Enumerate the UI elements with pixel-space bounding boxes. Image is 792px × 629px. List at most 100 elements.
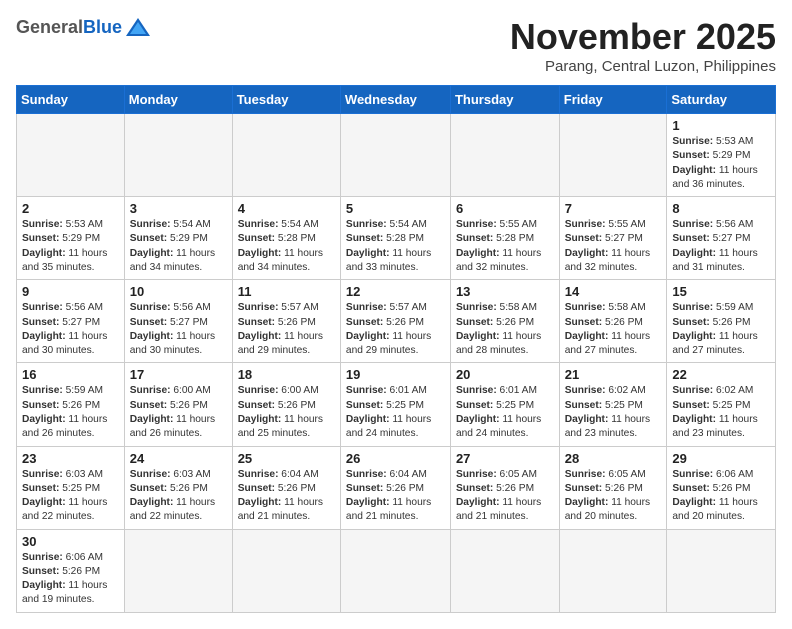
- calendar-cell: [559, 529, 667, 612]
- calendar-cell: [232, 529, 340, 612]
- day-number: 6: [456, 201, 554, 216]
- calendar-cell: [340, 114, 450, 197]
- cell-content: Sunrise: 6:00 AMSunset: 5:26 PMDaylight:…: [130, 384, 227, 441]
- day-number: 23: [22, 451, 119, 466]
- cell-content: Sunrise: 6:03 AMSunset: 5:25 PMDaylight:…: [22, 468, 119, 525]
- calendar-cell: 25 Sunrise: 6:04 AMSunset: 5:26 PMDayligh…: [232, 446, 340, 529]
- cell-content: Sunrise: 5:54 AMSunset: 5:28 PMDaylight:…: [346, 218, 445, 275]
- day-number: 9: [22, 284, 119, 299]
- weekday-header-row: SundayMondayTuesdayWednesdayThursdayFrid…: [17, 86, 776, 114]
- calendar-cell: 28Sunrise: 6:05 AMSunset: 5:26 PMDayligh…: [559, 446, 667, 529]
- logo: General Blue: [16, 16, 152, 38]
- cell-content: Sunrise: 5:56 AMSunset: 5:27 PMDaylight:…: [672, 218, 770, 275]
- month-title: November 2025: [510, 16, 776, 58]
- subtitle: Parang, Central Luzon, Philippines: [510, 58, 776, 75]
- day-number: 11: [238, 284, 335, 299]
- day-number: 28: [565, 451, 662, 466]
- day-number: 15: [672, 284, 770, 299]
- cell-content: Sunrise: 6:04 AMSunset: 5:26 PMDaylight:…: [238, 468, 335, 525]
- calendar-cell: [667, 529, 776, 612]
- calendar-cell: 15 Sunrise: 5:59 AMSunset: 5:26 PMDayligh…: [667, 280, 776, 363]
- calendar-cell: [450, 114, 559, 197]
- calendar-cell: 12 Sunrise: 5:57 AMSunset: 5:26 PMDayligh…: [340, 280, 450, 363]
- calendar-cell: 13 Sunrise: 5:58 AMSunset: 5:26 PMDayligh…: [450, 280, 559, 363]
- day-number: 18: [238, 367, 335, 382]
- calendar-cell: 5Sunrise: 5:54 AMSunset: 5:28 PMDaylight…: [340, 197, 450, 280]
- cell-content: Sunrise: 5:53 AMSunset: 5:29 PMDaylight:…: [672, 135, 770, 192]
- logo-blue-text: Blue: [83, 17, 122, 38]
- day-number: 1: [672, 118, 770, 133]
- calendar-cell: 18 Sunrise: 6:00 AMSunset: 5:26 PMDayligh…: [232, 363, 340, 446]
- cell-content: Sunrise: 5:56 AMSunset: 5:27 PMDaylight:…: [22, 301, 119, 358]
- cell-content: Sunrise: 6:03 AMSunset: 5:26 PMDaylight:…: [130, 468, 227, 525]
- calendar-cell: 20 Sunrise: 6:01 AMSunset: 5:25 PMDayligh…: [450, 363, 559, 446]
- calendar-week-3: 16 Sunrise: 5:59 AMSunset: 5:26 PMDayligh…: [17, 363, 776, 446]
- day-number: 7: [565, 201, 662, 216]
- day-number: 12: [346, 284, 445, 299]
- calendar-cell: [17, 114, 125, 197]
- cell-content: Sunrise: 5:59 AMSunset: 5:26 PMDaylight:…: [22, 384, 119, 441]
- calendar-cell: 17 Sunrise: 6:00 AMSunset: 5:26 PMDayligh…: [124, 363, 232, 446]
- cell-content: Sunrise: 6:06 AMSunset: 5:26 PMDaylight:…: [22, 551, 119, 608]
- day-number: 25: [238, 451, 335, 466]
- cell-content: Sunrise: 5:59 AMSunset: 5:26 PMDaylight:…: [672, 301, 770, 358]
- weekday-header-wednesday: Wednesday: [340, 86, 450, 114]
- weekday-header-sunday: Sunday: [17, 86, 125, 114]
- calendar-cell: 16 Sunrise: 5:59 AMSunset: 5:26 PMDayligh…: [17, 363, 125, 446]
- cell-content: Sunrise: 5:55 AMSunset: 5:27 PMDaylight:…: [565, 218, 662, 275]
- calendar-cell: 21 Sunrise: 6:02 AMSunset: 5:25 PMDayligh…: [559, 363, 667, 446]
- weekday-header-monday: Monday: [124, 86, 232, 114]
- calendar-cell: 1 Sunrise: 5:53 AMSunset: 5:29 PMDaylight…: [667, 114, 776, 197]
- calendar-cell: [559, 114, 667, 197]
- weekday-header-saturday: Saturday: [667, 86, 776, 114]
- cell-content: Sunrise: 6:01 AMSunset: 5:25 PMDaylight:…: [346, 384, 445, 441]
- calendar-week-4: 23 Sunrise: 6:03 AMSunset: 5:25 PMDayligh…: [17, 446, 776, 529]
- day-number: 19: [346, 367, 445, 382]
- day-number: 30: [22, 534, 119, 549]
- title-area: November 2025 Parang, Central Luzon, Phi…: [510, 16, 776, 75]
- cell-content: Sunrise: 5:57 AMSunset: 5:26 PMDaylight:…: [238, 301, 335, 358]
- day-number: 29: [672, 451, 770, 466]
- calendar-cell: 8Sunrise: 5:56 AMSunset: 5:27 PMDaylight…: [667, 197, 776, 280]
- day-number: 14: [565, 284, 662, 299]
- calendar-cell: 9 Sunrise: 5:56 AMSunset: 5:27 PMDaylight…: [17, 280, 125, 363]
- logo-icon: [124, 16, 152, 38]
- calendar-cell: 27Sunrise: 6:05 AMSunset: 5:26 PMDayligh…: [450, 446, 559, 529]
- calendar-cell: 7 Sunrise: 5:55 AMSunset: 5:27 PMDaylight…: [559, 197, 667, 280]
- logo-general-text: General: [16, 17, 83, 38]
- calendar-cell: 30 Sunrise: 6:06 AMSunset: 5:26 PMDayligh…: [17, 529, 125, 612]
- calendar-cell: 14Sunrise: 5:58 AMSunset: 5:26 PMDayligh…: [559, 280, 667, 363]
- calendar-week-1: 2Sunrise: 5:53 AMSunset: 5:29 PMDaylight…: [17, 197, 776, 280]
- day-number: 3: [130, 201, 227, 216]
- calendar-cell: 2Sunrise: 5:53 AMSunset: 5:29 PMDaylight…: [17, 197, 125, 280]
- cell-content: Sunrise: 6:05 AMSunset: 5:26 PMDaylight:…: [456, 468, 554, 525]
- day-number: 17: [130, 367, 227, 382]
- cell-content: Sunrise: 6:00 AMSunset: 5:26 PMDaylight:…: [238, 384, 335, 441]
- day-number: 13: [456, 284, 554, 299]
- calendar-cell: 19 Sunrise: 6:01 AMSunset: 5:25 PMDayligh…: [340, 363, 450, 446]
- day-number: 10: [130, 284, 227, 299]
- cell-content: Sunrise: 6:02 AMSunset: 5:25 PMDaylight:…: [565, 384, 662, 441]
- day-number: 20: [456, 367, 554, 382]
- weekday-header-friday: Friday: [559, 86, 667, 114]
- weekday-header-tuesday: Tuesday: [232, 86, 340, 114]
- weekday-header-thursday: Thursday: [450, 86, 559, 114]
- calendar-cell: 3Sunrise: 5:54 AMSunset: 5:29 PMDaylight…: [124, 197, 232, 280]
- day-number: 2: [22, 201, 119, 216]
- calendar-cell: 26Sunrise: 6:04 AMSunset: 5:26 PMDayligh…: [340, 446, 450, 529]
- cell-content: Sunrise: 6:02 AMSunset: 5:25 PMDaylight:…: [672, 384, 770, 441]
- cell-content: Sunrise: 5:57 AMSunset: 5:26 PMDaylight:…: [346, 301, 445, 358]
- calendar-week-2: 9 Sunrise: 5:56 AMSunset: 5:27 PMDaylight…: [17, 280, 776, 363]
- calendar-week-5: 30 Sunrise: 6:06 AMSunset: 5:26 PMDayligh…: [17, 529, 776, 612]
- calendar-cell: [124, 529, 232, 612]
- cell-content: Sunrise: 5:58 AMSunset: 5:26 PMDaylight:…: [456, 301, 554, 358]
- calendar-cell: 29Sunrise: 6:06 AMSunset: 5:26 PMDayligh…: [667, 446, 776, 529]
- day-number: 21: [565, 367, 662, 382]
- calendar-week-0: 1 Sunrise: 5:53 AMSunset: 5:29 PMDaylight…: [17, 114, 776, 197]
- cell-content: Sunrise: 6:01 AMSunset: 5:25 PMDaylight:…: [456, 384, 554, 441]
- calendar-cell: [232, 114, 340, 197]
- calendar-cell: 22Sunrise: 6:02 AMSunset: 5:25 PMDayligh…: [667, 363, 776, 446]
- day-number: 16: [22, 367, 119, 382]
- cell-content: Sunrise: 6:04 AMSunset: 5:26 PMDaylight:…: [346, 468, 445, 525]
- cell-content: Sunrise: 5:56 AMSunset: 5:27 PMDaylight:…: [130, 301, 227, 358]
